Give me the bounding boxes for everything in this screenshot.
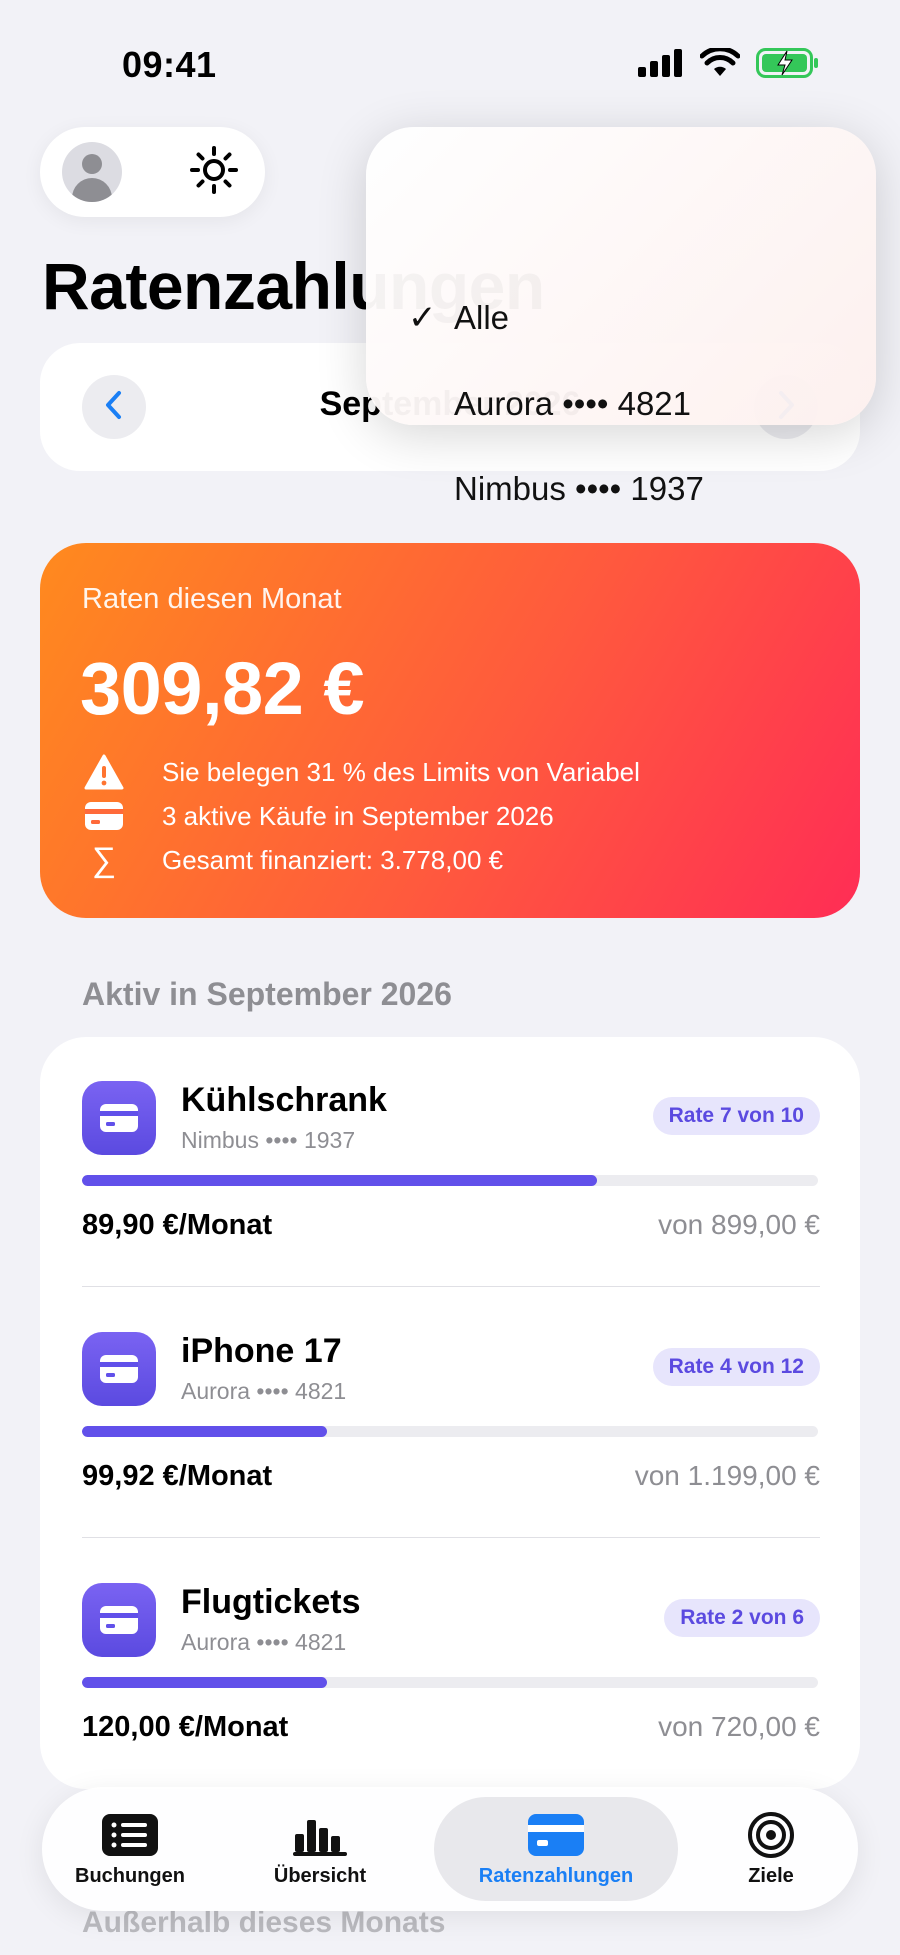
warning-icon	[82, 754, 126, 790]
status-time: 09:41	[122, 44, 217, 85]
credit-card-icon	[82, 1583, 156, 1657]
list-icon	[102, 1811, 158, 1859]
monthly-amount: 99,92 €/Monat	[82, 1460, 273, 1492]
installment-list: Kühlschrank Nimbus •••• 1937 Rate 7 von …	[40, 1037, 860, 1789]
bar-chart-icon	[293, 1811, 347, 1859]
target-icon	[747, 1811, 795, 1859]
credit-card-icon	[528, 1811, 584, 1859]
item-card: Nimbus •••• 1937	[181, 1127, 356, 1153]
summary-label: Raten diesen Monat	[82, 583, 342, 615]
progress-bar	[82, 1677, 818, 1688]
summary-row-text: 3 aktive Käufe in September 2026	[162, 800, 554, 831]
progress-bar	[82, 1426, 818, 1437]
credit-card-icon	[82, 1332, 156, 1406]
tab-uebersicht[interactable]: Übersicht	[240, 1797, 400, 1901]
battery-charging-icon	[756, 48, 820, 83]
divider	[82, 1286, 820, 1287]
tab-ziele[interactable]: Ziele	[706, 1797, 836, 1901]
filter-option-nimbus[interactable]: Nimbus •••• 1937	[366, 454, 876, 524]
filter-option-label: Alle	[454, 299, 510, 336]
list-item[interactable]: Kühlschrank Nimbus •••• 1937 Rate 7 von …	[40, 1037, 860, 1287]
profile-avatar-icon[interactable]	[62, 142, 122, 202]
summary-amount: 309,82 €	[80, 647, 365, 730]
summary-row: ∑ Gesamt finanziert: 3.778,00 €	[82, 840, 503, 880]
tab-label: Übersicht	[273, 1864, 367, 1887]
wifi-icon	[699, 46, 741, 83]
checkmark-icon: ✓	[408, 299, 437, 337]
summary-row: Sie belegen 31 % des Limits von Variabel	[82, 752, 640, 792]
top-toolbar	[40, 127, 265, 217]
summary-row-text: Gesamt finanziert: 3.778,00 €	[162, 844, 504, 875]
total-amount: von 720,00 €	[658, 1711, 820, 1742]
tab-bar: Buchungen Übersicht Ratenzahlungen Ziele	[42, 1787, 858, 1911]
status-bar: 09:41	[0, 0, 900, 130]
sigma-icon: ∑	[91, 840, 117, 879]
item-card: Aurora •••• 4821	[181, 1629, 347, 1655]
outside-month-section-header: Außerhalb dieses Monats	[82, 1906, 446, 1939]
credit-card-icon	[82, 798, 126, 834]
summary-row-text: Sie belegen 31 % des Limits von Variabel	[162, 756, 640, 787]
monthly-amount: 89,90 €/Monat	[82, 1209, 273, 1241]
tab-ratenzahlungen[interactable]: Ratenzahlungen	[434, 1797, 678, 1901]
filter-option-label: Nimbus •••• 1937	[454, 470, 704, 507]
filter-option-all[interactable]: ✓ Alle	[366, 283, 876, 353]
summary-row: 3 aktive Käufe in September 2026	[82, 796, 554, 836]
rate-badge: Rate 2 von 6	[664, 1599, 820, 1637]
total-amount: von 1.199,00 €	[634, 1460, 820, 1491]
status-icons	[638, 46, 820, 83]
progress-bar	[82, 1175, 818, 1186]
tab-label: Buchungen	[75, 1864, 185, 1887]
list-item[interactable]: iPhone 17 Aurora •••• 4821 Rate 4 von 12…	[40, 1288, 860, 1538]
filter-option-aurora[interactable]: Aurora •••• 4821	[366, 369, 876, 439]
monthly-summary-card: Raten diesen Monat 309,82 € Sie belegen …	[40, 543, 860, 918]
item-title: iPhone 17	[181, 1332, 342, 1370]
item-title: Kühlschrank	[181, 1081, 387, 1119]
item-card: Aurora •••• 4821	[181, 1378, 347, 1404]
tab-label: Ziele	[748, 1864, 794, 1887]
tab-buchungen[interactable]: Buchungen	[50, 1797, 210, 1901]
rate-badge: Rate 4 von 12	[652, 1348, 820, 1386]
filter-option-label: Aurora •••• 4821	[454, 385, 692, 422]
divider	[82, 1537, 820, 1538]
item-title: Flugtickets	[181, 1583, 361, 1621]
cellular-signal-icon	[638, 49, 684, 82]
monthly-amount: 120,00 €/Monat	[82, 1711, 289, 1743]
sun-icon[interactable]	[189, 145, 239, 200]
card-filter-menu: ✓ Alle Aurora •••• 4821 Nimbus •••• 1937	[366, 127, 876, 507]
active-section-header: Aktiv in September 2026	[82, 976, 452, 1012]
credit-card-icon	[82, 1081, 156, 1155]
list-item[interactable]: Flugtickets Aurora •••• 4821 Rate 2 von …	[40, 1539, 860, 1789]
tab-label: Ratenzahlungen	[478, 1864, 634, 1887]
total-amount: von 899,00 €	[658, 1209, 820, 1240]
rate-badge: Rate 7 von 10	[652, 1097, 820, 1135]
